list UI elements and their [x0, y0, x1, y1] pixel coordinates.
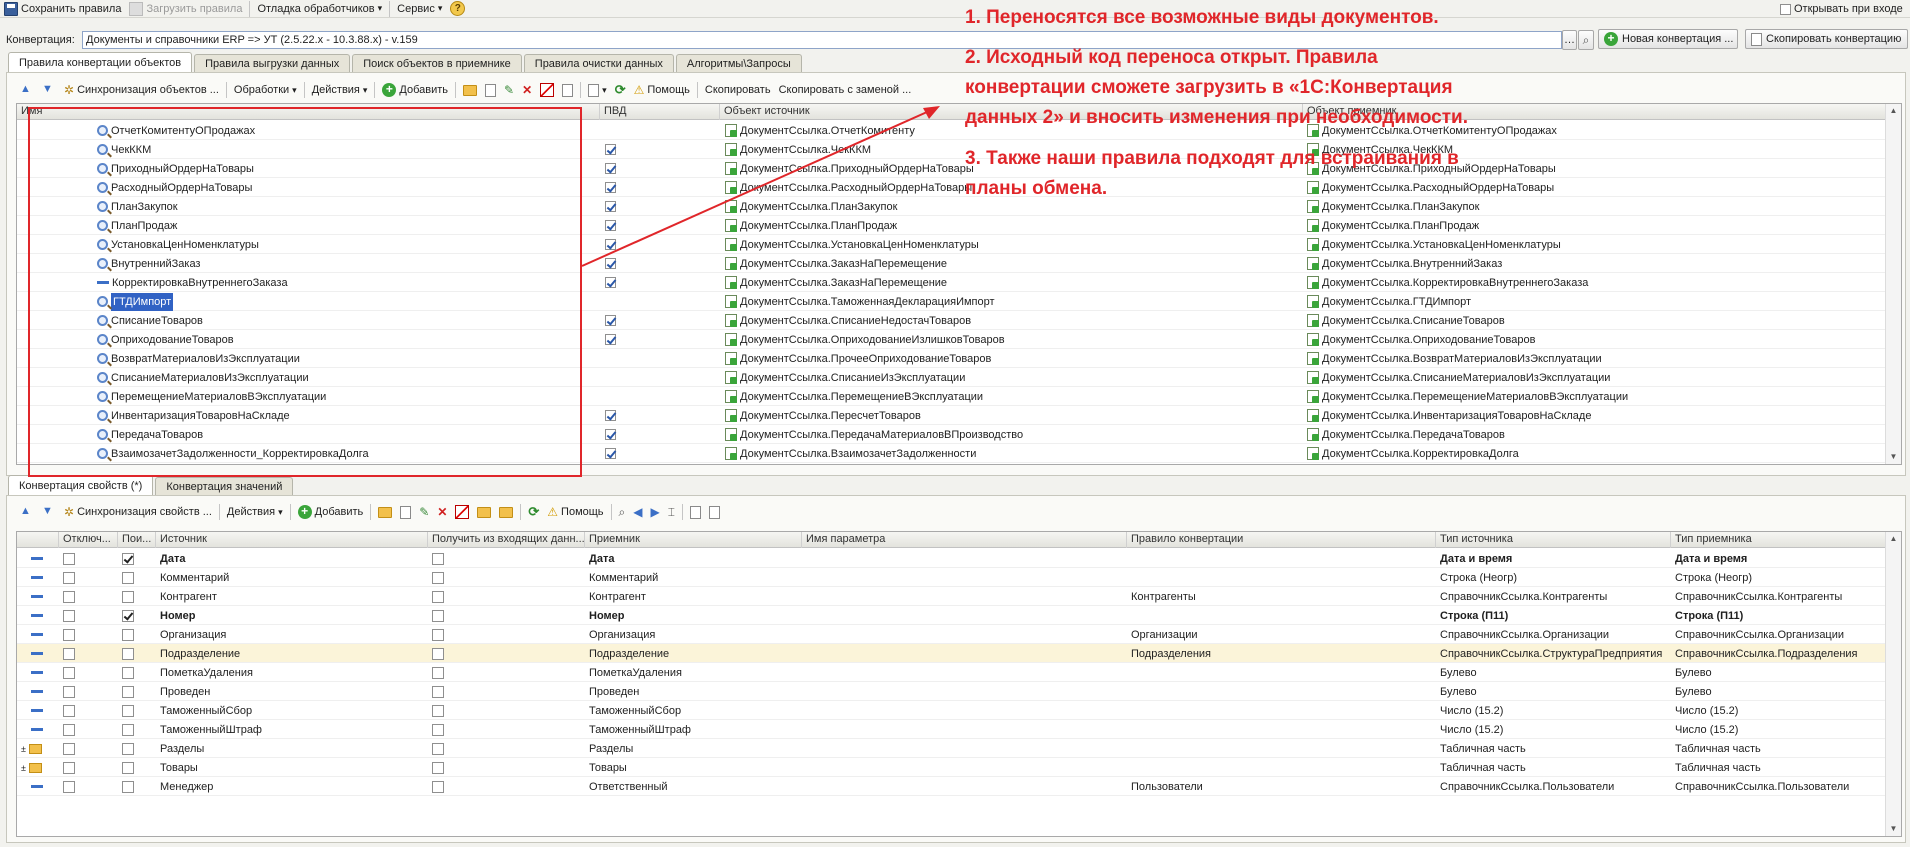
annotation-arrow	[581, 106, 940, 267]
annotation-line-6: планы обмена.	[965, 178, 1108, 199]
annotation-line-4: данных 2» и вносить изменения при необхо…	[965, 107, 1469, 128]
conversion-editor-window: { "menu": { "save_rules": "Сохранить пра…	[0, 0, 1910, 847]
annotation-line-2: 2. Исходный код переноса открыт. Правила	[965, 47, 1378, 68]
annotation-line-1: 1. Переносятся все возможные виды докуме…	[965, 7, 1439, 28]
annotation-line-3: конвертации сможете загрузить в «1С:Конв…	[965, 77, 1453, 98]
annotation-line-5: 3. Также наши правила подходят для встра…	[965, 148, 1459, 169]
